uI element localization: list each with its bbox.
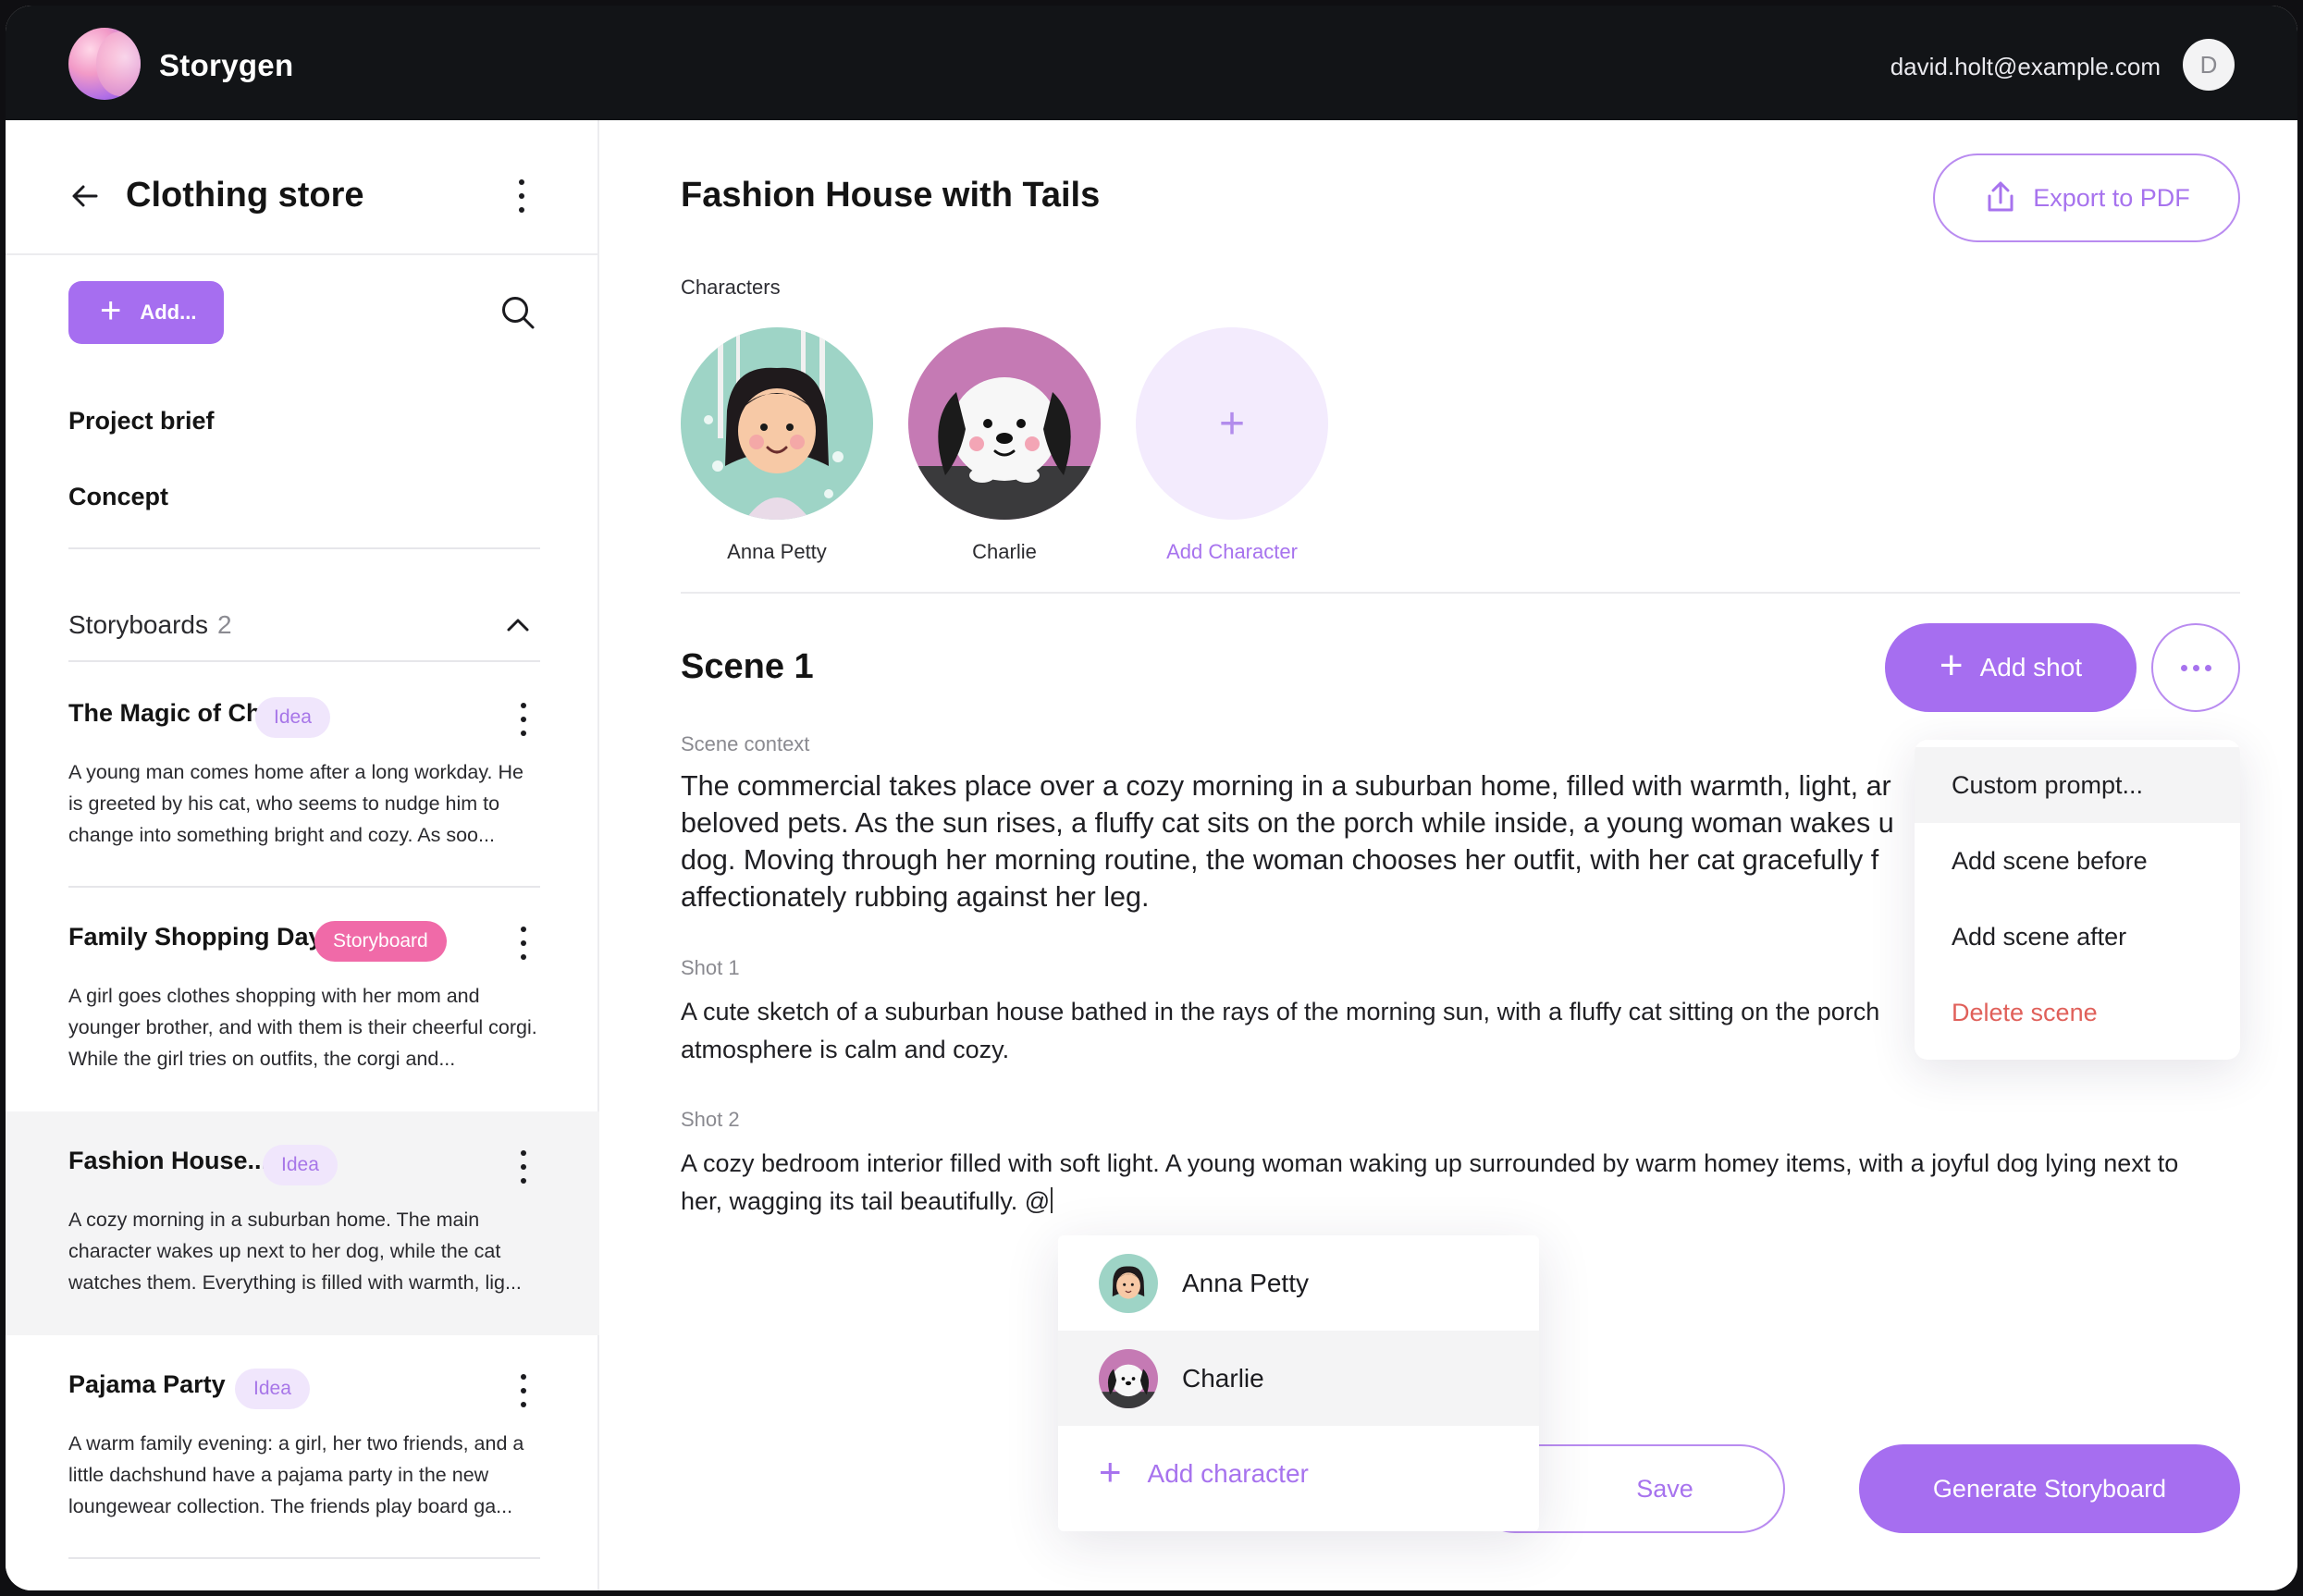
project-title: Clothing store (126, 176, 364, 215)
plus-icon: + (100, 290, 122, 331)
mention-option-label: Anna Petty (1182, 1268, 1309, 1297)
export-pdf-label: Export to PDF (2033, 183, 2190, 212)
main-content: Fashion House with Tails Export to PDF C… (601, 120, 2297, 1590)
mention-add-character[interactable]: + Add character (1058, 1426, 1539, 1521)
divider (68, 1557, 540, 1559)
storyboard-menu-icon[interactable] (518, 1374, 529, 1407)
divider (68, 660, 540, 662)
storyboards-section-header[interactable]: Storyboards 2 (68, 610, 232, 640)
text-cursor (1051, 1187, 1053, 1213)
top-bar: Storygen david.holt@example.com D (6, 6, 2297, 120)
divider (68, 547, 540, 549)
nav-concept[interactable]: Concept (68, 483, 168, 511)
menu-item-add-scene-after[interactable]: Add scene after (1915, 899, 2240, 975)
user-email: david.holt@example.com (1890, 53, 2161, 80)
generate-storyboard-button[interactable]: Generate Storyboard (1859, 1444, 2240, 1533)
mention-option-anna-petty[interactable]: Anna Petty (1058, 1235, 1539, 1331)
character-portrait: × (681, 327, 873, 520)
storyboard-item[interactable]: Pajama Party Idea A warm family evening:… (6, 1335, 599, 1559)
text-line: her, wagging its tail beautifully. @ (681, 1187, 1051, 1215)
arrow-left-icon[interactable] (70, 181, 100, 211)
page-title: Fashion House with Tails (681, 176, 1101, 215)
sidebar: Clothing store + Add... Project brief Co… (6, 120, 599, 1590)
project-menu-icon[interactable] (516, 179, 527, 213)
text-line: affectionately rubbing against her leg. (681, 881, 1150, 913)
menu-item-add-scene-before[interactable]: Add scene before (1915, 823, 2240, 899)
storyboard-menu-icon[interactable] (518, 1150, 529, 1184)
remove-character-icon[interactable]: × (836, 333, 864, 361)
add-shot-label: Add shot (1979, 653, 2083, 681)
status-badge: Idea (255, 697, 330, 738)
user-avatar[interactable]: D (2183, 39, 2235, 91)
storyboard-title: Pajama Party (68, 1370, 226, 1398)
storyboards-count: 2 (216, 610, 232, 639)
storyboard-item[interactable]: Family Shopping Day Storyboard A girl go… (6, 888, 599, 1111)
scene-title: Scene 1 (681, 647, 814, 686)
text-line: A cozy bedroom interior filled with soft… (681, 1149, 2179, 1177)
app-logo[interactable] (68, 28, 141, 100)
status-badge: Storyboard (314, 921, 447, 962)
mention-dropdown: Anna Petty Charlie + Add character (1058, 1235, 1539, 1531)
add-character-label: Add Character (1166, 540, 1298, 563)
more-options-button[interactable] (2151, 623, 2240, 712)
avatar (1099, 1253, 1158, 1313)
scene-options-menu: Custom prompt... Add scene before Add sc… (1915, 740, 2240, 1060)
menu-item-custom-prompt[interactable]: Custom prompt... (1915, 747, 2240, 823)
status-badge: Idea (263, 1145, 338, 1185)
storyboard-menu-icon[interactable] (518, 927, 529, 960)
character-card[interactable]: × Anna Petty (681, 327, 873, 564)
menu-item-delete-scene[interactable]: Delete scene (1915, 975, 2240, 1050)
divider (681, 592, 2240, 594)
storyboard-item-active[interactable]: Fashion House... Idea A cozy morning in … (6, 1111, 599, 1335)
storyboard-description: A cozy morning in a suburban home. The m… (68, 1209, 522, 1294)
search-icon[interactable] (499, 294, 536, 331)
sidebar-header: Clothing store (6, 120, 597, 255)
add-button[interactable]: + Add... (68, 281, 224, 344)
add-shot-button[interactable]: + Add shot (1885, 623, 2137, 712)
shot-2-label: Shot 2 (681, 1108, 740, 1131)
mention-option-label: Charlie (1182, 1363, 1264, 1393)
add-character-card[interactable]: + Add Character (1136, 327, 1328, 564)
shot-1-label: Shot 1 (681, 956, 740, 979)
scene-context-text[interactable]: The commercial takes place over a cozy m… (681, 767, 1920, 915)
shot-2-text[interactable]: A cozy bedroom interior filled with soft… (681, 1145, 2253, 1221)
storyboard-description: A warm family evening: a girl, her two f… (68, 1432, 524, 1517)
export-pdf-button[interactable]: Export to PDF (1933, 153, 2240, 242)
scene-context-label: Scene context (681, 732, 810, 755)
plus-icon: + (1939, 643, 1964, 688)
status-badge: Idea (235, 1369, 310, 1409)
share-icon (1988, 181, 2014, 212)
nav-project-brief[interactable]: Project brief (68, 407, 215, 436)
storyboard-description: A young man comes home after a long work… (68, 761, 523, 846)
chevron-up-icon[interactable] (505, 612, 531, 638)
text-line: beloved pets. As the sun rises, a fluffy… (681, 807, 1894, 839)
character-name: Anna Petty (727, 540, 827, 563)
character-name: Charlie (972, 540, 1037, 563)
avatar (1099, 1348, 1158, 1408)
characters-label: Characters (681, 276, 781, 299)
storyboard-item[interactable]: The Magic of Change Idea A young man com… (6, 664, 599, 888)
character-card[interactable]: Charlie (908, 327, 1101, 564)
storyboard-title: Fashion House... (68, 1147, 269, 1174)
storyboard-title: Family Shopping Day (68, 923, 323, 951)
storyboard-description: A girl goes clothes shopping with her mo… (68, 985, 537, 1070)
add-button-label: Add... (140, 301, 197, 324)
mention-add-character-label: Add character (1147, 1458, 1309, 1488)
plus-icon: + (1218, 399, 1246, 448)
storyboard-menu-icon[interactable] (518, 703, 529, 736)
mention-option-charlie[interactable]: Charlie (1058, 1331, 1539, 1426)
text-line: The commercial takes place over a cozy m… (681, 770, 1891, 802)
storyboards-label: Storyboards (68, 610, 208, 639)
app-window: Storygen david.holt@example.com D Clothi… (6, 6, 2297, 1590)
text-line: dog. Moving through her morning routine,… (681, 844, 1879, 876)
character-portrait (908, 327, 1101, 520)
plus-icon: + (1099, 1449, 1122, 1493)
app-name: Storygen (159, 48, 294, 82)
add-character-button[interactable]: + (1136, 327, 1328, 520)
